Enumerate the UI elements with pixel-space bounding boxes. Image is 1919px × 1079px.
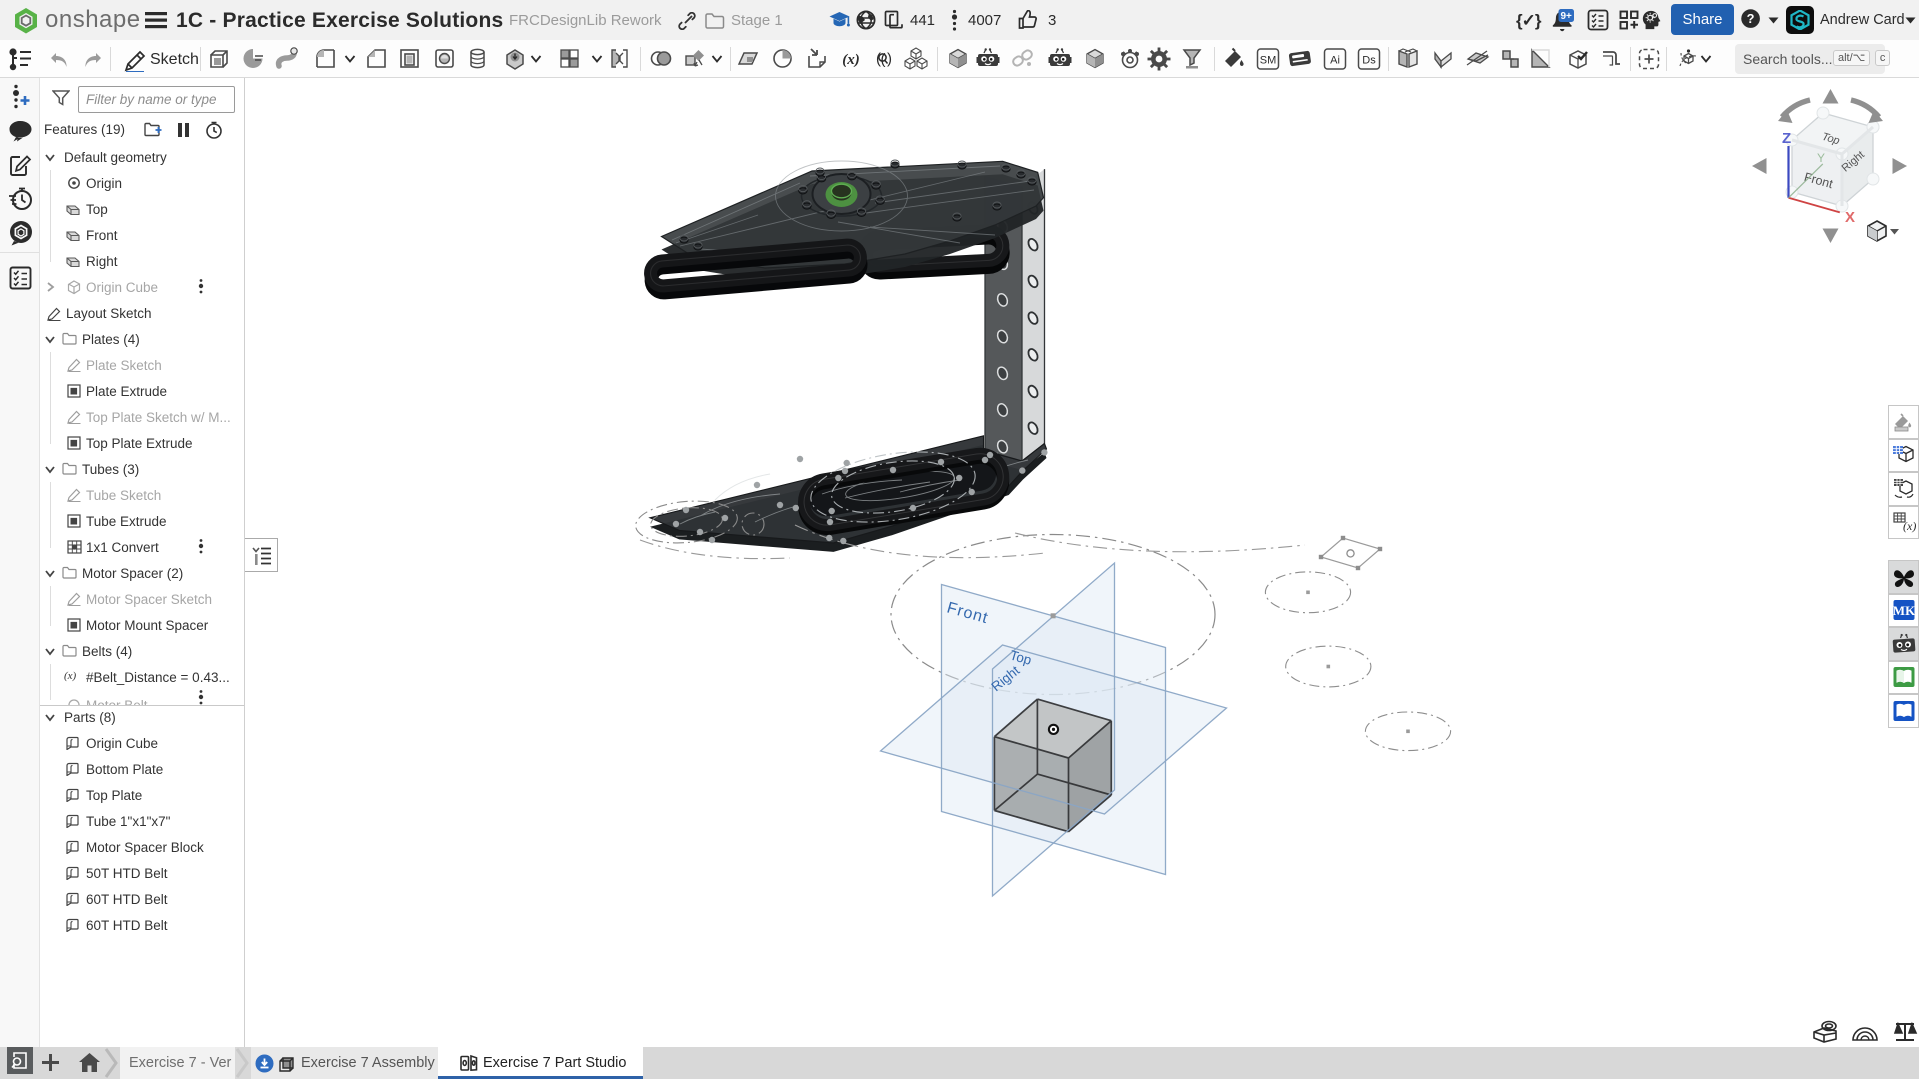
svg-text:(x): (x) bbox=[1903, 519, 1916, 533]
svg-text:(x): (x) bbox=[842, 52, 860, 68]
svg-text:Ds: Ds bbox=[1362, 55, 1376, 67]
svg-text:X: X bbox=[1845, 209, 1855, 226]
svg-text:): ) bbox=[887, 51, 892, 68]
svg-text:(: ( bbox=[876, 51, 881, 68]
svg-text:SM: SM bbox=[1260, 55, 1277, 67]
svg-text:?: ? bbox=[1747, 11, 1755, 26]
svg-text:Ai: Ai bbox=[1330, 55, 1340, 67]
svg-text:Z: Z bbox=[1782, 130, 1791, 147]
svg-text:Y: Y bbox=[1817, 151, 1825, 165]
svg-text:9+: 9+ bbox=[1560, 11, 1572, 22]
svg-text:MK: MK bbox=[1892, 603, 1915, 618]
